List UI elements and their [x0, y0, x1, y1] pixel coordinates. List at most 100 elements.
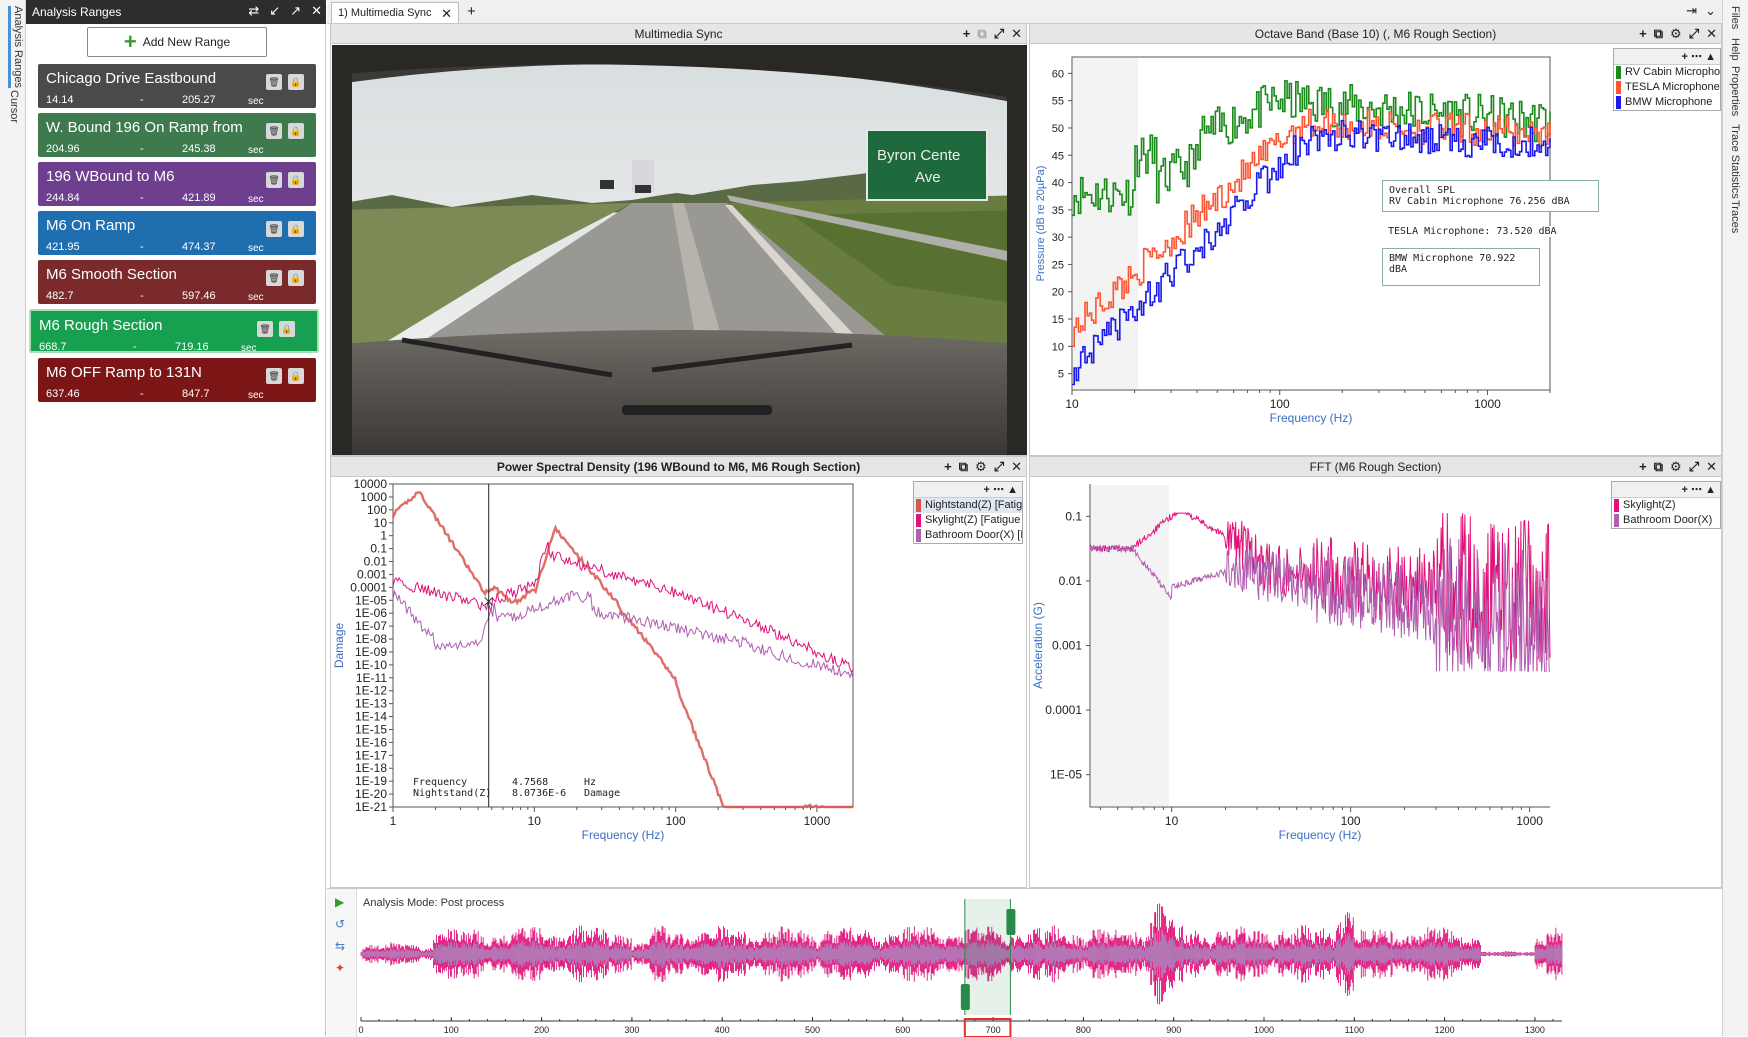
range-item[interactable]: M6 OFF Ramp to 131N 637.46 - 847.7 sec 🗑 🔒: [38, 358, 316, 402]
delete-icon[interactable]: 🗑: [266, 270, 282, 286]
range-dash: -: [140, 94, 144, 106]
x-axis-label: Frequency (Hz): [1270, 411, 1353, 425]
video-frame[interactable]: Byron Cente Ave: [332, 45, 1027, 455]
add-icon[interactable]: +: [1639, 24, 1647, 44]
range-item[interactable]: M6 On Ramp 421.95 - 474.37 sec 🗑 🔒: [38, 211, 316, 255]
gear-icon[interactable]: ⚙: [1670, 457, 1682, 477]
lock-icon[interactable]: 🔒: [288, 74, 304, 90]
gear-icon[interactable]: ⚙: [975, 457, 987, 477]
close-icon[interactable]: ✕: [1706, 457, 1717, 477]
chevron-down-icon[interactable]: ⌄: [1705, 3, 1716, 19]
tab-multimedia-sync[interactable]: 1) Multimedia Sync ✕: [331, 2, 459, 24]
y-axis-label: Damage: [332, 622, 346, 668]
new-tab-icon[interactable]: +: [467, 3, 476, 20]
legend-item[interactable]: Skylight(Z) [Fatigue D: [914, 513, 1022, 528]
add-new-range-button[interactable]: + Add New Range: [87, 27, 267, 57]
range-start: 244.84: [46, 192, 80, 204]
cursor-series-label: Nightstand(Z): [413, 788, 492, 799]
range-item[interactable]: M6 Rough Section 668.7 - 719.16 sec 🗑 🔒: [29, 309, 319, 354]
close-icon[interactable]: ✕: [1011, 457, 1022, 477]
legend-item[interactable]: RV Cabin Microphone: [1614, 65, 1720, 80]
maximize-icon[interactable]: ⤢: [1689, 24, 1699, 44]
octave-legend: + ⋯ ▲ RV Cabin Microphone TESLA Microphon…: [1613, 48, 1721, 111]
delete-icon[interactable]: 🗑: [266, 221, 282, 237]
legend-item[interactable]: Nightstand(Z) [Fatigu: [914, 498, 1022, 513]
more-icon[interactable]: ⋯: [1691, 484, 1702, 496]
tab-properties[interactable]: Properties: [1729, 66, 1741, 116]
delete-icon[interactable]: 🗑: [266, 172, 282, 188]
copy-icon[interactable]: ⧉: [1654, 457, 1663, 477]
shuffle-icon[interactable]: ✦: [335, 961, 345, 975]
range-name: M6 On Ramp: [46, 217, 136, 234]
expand-icon[interactable]: ↗: [290, 3, 301, 19]
x-tick-label: 100: [1341, 814, 1361, 828]
x-tick-label: 0: [358, 1025, 363, 1035]
lock-icon[interactable]: 🔒: [279, 321, 295, 337]
delete-icon[interactable]: 🗑: [266, 74, 282, 90]
range-start-handle[interactable]: [960, 984, 970, 1010]
tab-help[interactable]: Help: [1729, 38, 1741, 61]
timeline-chart[interactable]: 0 100 200 300 400 500 600 700 800 900 1000 1100 1200…: [357, 889, 1722, 1037]
lock-icon[interactable]: 🔒: [288, 123, 304, 139]
delete-icon[interactable]: 🗑: [266, 368, 282, 384]
legend-item[interactable]: Bathroom Door(X): [1612, 513, 1720, 528]
video-frame-image: Byron Cente Ave: [332, 45, 1027, 455]
copy-icon[interactable]: ⧉: [1654, 24, 1663, 44]
more-icon[interactable]: ⋯: [1691, 51, 1702, 63]
tab-files[interactable]: Files: [1729, 6, 1741, 29]
legend-swatch: [1616, 81, 1621, 94]
range-end-handle[interactable]: [1006, 909, 1016, 935]
y-tick-label: 50: [1052, 123, 1064, 135]
tab-trace-statistics[interactable]: Trace Statistics: [1729, 124, 1741, 199]
maximize-icon[interactable]: ⤢: [994, 24, 1004, 44]
more-icon[interactable]: ⋯: [993, 484, 1004, 496]
add-icon[interactable]: +: [984, 484, 990, 496]
lock-icon[interactable]: 🔒: [288, 172, 304, 188]
x-tick-label: 1: [390, 814, 397, 828]
add-icon[interactable]: +: [944, 457, 952, 477]
loop-icon[interactable]: ⇆: [335, 939, 345, 953]
maximize-icon[interactable]: ⤢: [994, 457, 1004, 477]
range-item[interactable]: 196 WBound to M6 244.84 - 421.89 sec 🗑 🔒: [38, 162, 316, 206]
legend-item[interactable]: Skylight(Z): [1612, 498, 1720, 513]
triangle-up-icon[interactable]: ▲: [1705, 51, 1716, 63]
copy-icon[interactable]: ⧉: [977, 24, 986, 44]
gear-icon[interactable]: ⚙: [1670, 24, 1682, 44]
close-tab-icon[interactable]: ✕: [441, 6, 452, 22]
triangle-up-icon[interactable]: ▲: [1007, 484, 1018, 496]
swap-icon[interactable]: ⇄: [248, 3, 259, 19]
maximize-icon[interactable]: ⤢: [1689, 457, 1699, 477]
close-icon[interactable]: ✕: [1706, 24, 1717, 44]
collapse-icon[interactable]: ↙: [269, 3, 280, 19]
new-window-icon[interactable]: ⇥: [1686, 3, 1697, 19]
range-item[interactable]: M6 Smooth Section 482.7 - 597.46 sec 🗑 🔒: [38, 260, 316, 304]
add-icon[interactable]: +: [963, 24, 971, 44]
triangle-up-icon[interactable]: ▲: [1705, 484, 1716, 496]
tab-analysis-ranges[interactable]: Analysis Ranges: [8, 6, 24, 88]
close-icon[interactable]: ✕: [311, 3, 322, 19]
add-icon[interactable]: +: [1682, 51, 1688, 63]
lock-icon[interactable]: 🔒: [288, 270, 304, 286]
fft-chart[interactable]: 0.1 0.01 0.001 0.0001 1E-05 10 100 1000 Frequenc…: [1030, 478, 1721, 888]
range-name: W. Bound 196 On Ramp from: [46, 119, 243, 136]
close-icon[interactable]: ✕: [1011, 24, 1022, 44]
range-item[interactable]: W. Bound 196 On Ramp from 204.96 - 245.38 se…: [38, 113, 316, 157]
delete-icon[interactable]: 🗑: [257, 321, 273, 337]
legend-item[interactable]: TESLA Microphone: [1614, 80, 1720, 95]
add-icon[interactable]: +: [1639, 457, 1647, 477]
tab-cursor[interactable]: Cursor: [8, 90, 20, 123]
pane-title: Multimedia Sync: [634, 27, 723, 41]
range-item[interactable]: Chicago Drive Eastbound 14.14 - 205.27 sec 🗑 🔒: [38, 64, 316, 108]
legend-item[interactable]: BMW Microphone: [1614, 95, 1720, 110]
lock-icon[interactable]: 🔒: [288, 221, 304, 237]
legend-item[interactable]: Bathroom Door(X) [F: [914, 528, 1022, 543]
play-icon[interactable]: ▶: [335, 895, 344, 909]
tab-traces[interactable]: Traces: [1729, 200, 1741, 233]
rewind-icon[interactable]: ↺: [335, 917, 345, 931]
range-dash: -: [140, 290, 144, 302]
y-tick-label: 0.001: [357, 567, 387, 581]
copy-icon[interactable]: ⧉: [959, 457, 968, 477]
delete-icon[interactable]: 🗑: [266, 123, 282, 139]
add-icon[interactable]: +: [1682, 484, 1688, 496]
lock-icon[interactable]: 🔒: [288, 368, 304, 384]
